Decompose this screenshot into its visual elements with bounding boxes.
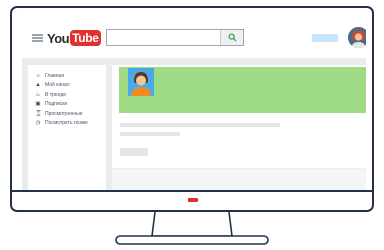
monitor-stand bbox=[115, 211, 269, 245]
